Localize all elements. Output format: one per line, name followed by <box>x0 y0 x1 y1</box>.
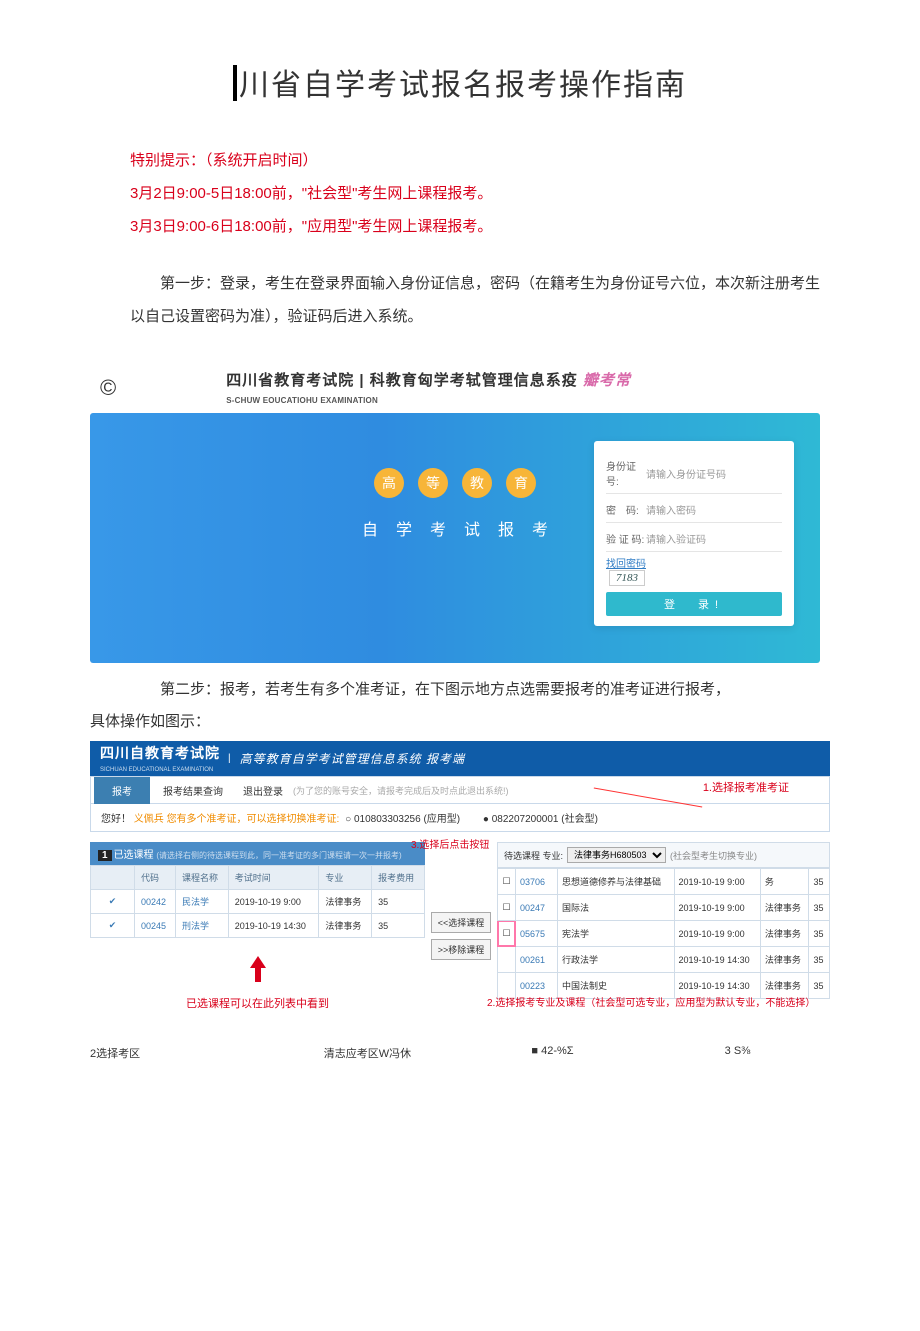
time-line-1: 3月2日9:00-5日18:00前，"社会型"考生网上课程报考。 <box>130 177 830 210</box>
available-table: ☐03706思想道德修养与法律基础2019-10-19 9:00务35☐0024… <box>497 868 830 999</box>
col-header: 考试时间 <box>228 866 319 890</box>
captcha-image: 7183 <box>609 570 645 586</box>
f2-logo: 四川自教育考试院 <box>100 745 220 761</box>
radio-1[interactable]: ○ 010803303256 (应用型) <box>345 814 460 825</box>
title-text: 川省自学考试报名报考操作指南 <box>239 69 687 102</box>
left-badge: 1 <box>98 850 112 861</box>
right-label: 待选课程 专业: <box>504 849 563 862</box>
menu-hint: (为了您的账号安全，请报考完成后及时点此退出系统!) <box>293 784 509 797</box>
foot-1: 2选择考区 <box>90 1045 275 1061</box>
table-row[interactable]: ✔00245刑法学2019-10-19 14:30法律事务35 <box>91 914 425 938</box>
left-section-header: 1已选课程 (请选择右侧的待选课程到此，同一准考证的多门课程请一次一并报考) <box>90 842 425 865</box>
circle-1: 高 <box>374 468 404 498</box>
title-divider <box>233 65 237 101</box>
annotation-1: 1.选择报考准考证 <box>703 779 789 795</box>
f2-sublogo: SICHUAN EDUCATIONAL EXAMINATION <box>100 767 213 773</box>
available-courses-panel: 待选课程 专业: 法律事务H680503 (社会型考生切换专业) ☐03706思… <box>497 842 830 999</box>
login-button[interactable]: 登 录! <box>606 592 782 616</box>
major-select[interactable]: 法律事务H680503 <box>567 847 666 863</box>
circle-3: 教 <box>462 468 492 498</box>
switch-note: 您有多个准考证，可以选择切换准考证: <box>167 814 340 825</box>
time-line-2: 3月3日9:00-6日18:00前，"应用型"考生网上课程报考。 <box>130 210 830 243</box>
f2-title2: 高等教育自学考试管理信息系统 报考端 <box>240 750 465 767</box>
transfer-buttons: 3.选择后点击按钮 <<选择课程 >>移除课程 <box>431 842 491 966</box>
annotation-2: 2.选择报考专业及课程（社会型可选专业，应用型为默认专业，不能选择） <box>487 994 907 1009</box>
f2-logo-box: 四川自教育考试院 SICHUAN EDUCATIONAL EXAMINATION <box>100 743 220 774</box>
forgot-row: 找回密码 <box>606 555 782 570</box>
foot-3: ■ 42-%Σ <box>460 1045 645 1061</box>
step-1-text: 第一步：登录，考生在登录界面输入身份证信息，密码（在籍考生为身份证号六位，本次新… <box>130 267 830 333</box>
menu-logout[interactable]: 退出登录 <box>233 777 293 804</box>
figure-2: 四川自教育考试院 SICHUAN EDUCATIONAL EXAMINATION… <box>90 741 830 1037</box>
hello: 您好！ <box>101 814 131 825</box>
up-arrow-icon <box>90 938 425 985</box>
f2-header: 四川自教育考试院 SICHUAN EDUCATIONAL EXAMINATION… <box>90 741 830 776</box>
pw-row[interactable]: 密 码: 请输入密码 <box>606 497 782 523</box>
table-row[interactable]: ☐05675宪法学2019-10-19 9:00法律事务35 <box>498 921 830 947</box>
col-header <box>91 866 135 890</box>
id-switch-row: 您好！ 义佩兵 您有多个准考证，可以选择切换准考证: ○ 01080330325… <box>90 804 830 832</box>
selected-courses-panel: 1已选课程 (请选择右侧的待选课程到此，同一准考证的多门课程请一次一并报考) 代… <box>90 842 425 1037</box>
user-name: 义佩兵 <box>134 814 164 825</box>
col-header: 报考费用 <box>372 866 425 890</box>
login-form: 身份证号: 请输入身份证号码 密 码: 请输入密码 验 证 码: 请输入验证码 … <box>594 441 794 626</box>
col-header: 课程名称 <box>175 866 228 890</box>
step-2-note: 具体操作如图示： <box>0 706 920 735</box>
remove-course-button[interactable]: >>移除课程 <box>431 939 491 960</box>
captcha-row[interactable]: 验 证 码: 请输入验证码 <box>606 526 782 552</box>
menu-result[interactable]: 报考结果查询 <box>153 777 233 804</box>
captcha-label: 验 证 码: <box>606 531 646 546</box>
pw-placeholder: 请输入密码 <box>646 502 696 517</box>
id-row[interactable]: 身份证号: 请输入身份证号码 <box>606 453 782 494</box>
f2-sep: | <box>228 753 232 764</box>
body-content-2: 第二步：报考，若考生有多个准考证，在下图示地方点选需要报考的准考证进行报考， <box>0 673 920 706</box>
foot-2: 清志应考区W冯休 <box>275 1045 460 1061</box>
radio-2[interactable]: ● 082207200001 (社会型) <box>483 814 598 825</box>
org-subtitle: S-CHUW EOUCATIOHU EXAMINATION <box>226 396 378 405</box>
footer-row: 2选择考区 清志应考区W冯休 ■ 42-%Σ 3 S⅜ <box>90 1045 830 1061</box>
captcha-img-row: 7183 <box>606 570 782 586</box>
id-placeholder: 请输入身份证号码 <box>646 466 726 481</box>
add-course-button[interactable]: <<选择课程 <box>431 912 491 933</box>
table-row[interactable]: ☐00247国际法2019-10-19 9:00法律事务35 <box>498 895 830 921</box>
figure-1: © 四川省教育考试院 | 科教育匈学考轼管理信息系疫 瓣考常 S-CHUW EO… <box>90 363 820 663</box>
circle-4: 育 <box>506 468 536 498</box>
left-sec-hint: (请选择右侧的待选课程到此，同一准考证的多门课程请一次一并报考) <box>156 851 401 860</box>
page-title: 川省自学考试报名报考操作指南 <box>0 0 920 144</box>
pw-label: 密 码: <box>606 502 646 517</box>
forgot-password-link[interactable]: 找回密码 <box>606 559 646 570</box>
f2-menu: 报考 报考结果查询 退出登录 (为了您的账号安全，请报考完成后及时点此退出系统!… <box>90 776 830 804</box>
copyright-icon: © <box>100 375 116 401</box>
right-section-header: 待选课程 专业: 法律事务H680503 (社会型考生切换专业) <box>497 842 830 868</box>
captcha-placeholder: 请输入验证码 <box>646 531 706 546</box>
table-row[interactable]: 00261行政法学2019-10-19 14:30法律事务35 <box>498 947 830 973</box>
body-content: 特别提示：（系统开启时间） 3月2日9:00-5日18:00前，"社会型"考生网… <box>0 144 920 333</box>
org-title-main: 四川省教育考试院 | 科教育匈学考轼管理信息系疫 <box>226 372 578 389</box>
table-row[interactable]: ✔00242民法学2019-10-19 9:00法律事务35 <box>91 890 425 914</box>
step-2-text: 第二步：报考，若考生有多个准考证，在下图示地方点选需要报考的准考证进行报考， <box>130 673 830 706</box>
selected-table: 代码课程名称考试时间专业报考费用 ✔00242民法学2019-10-19 9:0… <box>90 865 425 938</box>
id-label: 身份证号: <box>606 458 646 488</box>
login-panel: 高 等 教 育 自学考试报考 身份证号: 请输入身份证号码 密 码: 请输入密码… <box>90 413 820 663</box>
left-red-note: 已选课程可以在此列表中看到 <box>90 985 425 1037</box>
warning-line: 特别提示：（系统开启时间） <box>130 144 830 177</box>
left-sec-title: 已选课程 <box>114 850 154 861</box>
switch-major-note: (社会型考生切换专业) <box>670 849 757 862</box>
foot-4: 3 S⅜ <box>645 1045 830 1061</box>
table-row[interactable]: ☐03706思想道德修养与法律基础2019-10-19 9:00务35 <box>498 869 830 895</box>
col-header: 专业 <box>319 866 372 890</box>
figure-1-header: © 四川省教育考试院 | 科教育匈学考轼管理信息系疫 瓣考常 S-CHUW EO… <box>90 363 820 413</box>
annotation-3: 3.选择后点击按钮 <box>411 836 489 851</box>
circle-2: 等 <box>418 468 448 498</box>
menu-baokao[interactable]: 报考 <box>94 777 150 804</box>
col-header: 代码 <box>135 866 176 890</box>
f2-body: 1已选课程 (请选择右侧的待选课程到此，同一准考证的多门课程请一次一并报考) 代… <box>90 842 830 1037</box>
org-title-pink: 瓣考常 <box>583 372 631 389</box>
org-title: 四川省教育考试院 | 科教育匈学考轼管理信息系疫 瓣考常 S-CHUW EOUC… <box>226 369 631 407</box>
